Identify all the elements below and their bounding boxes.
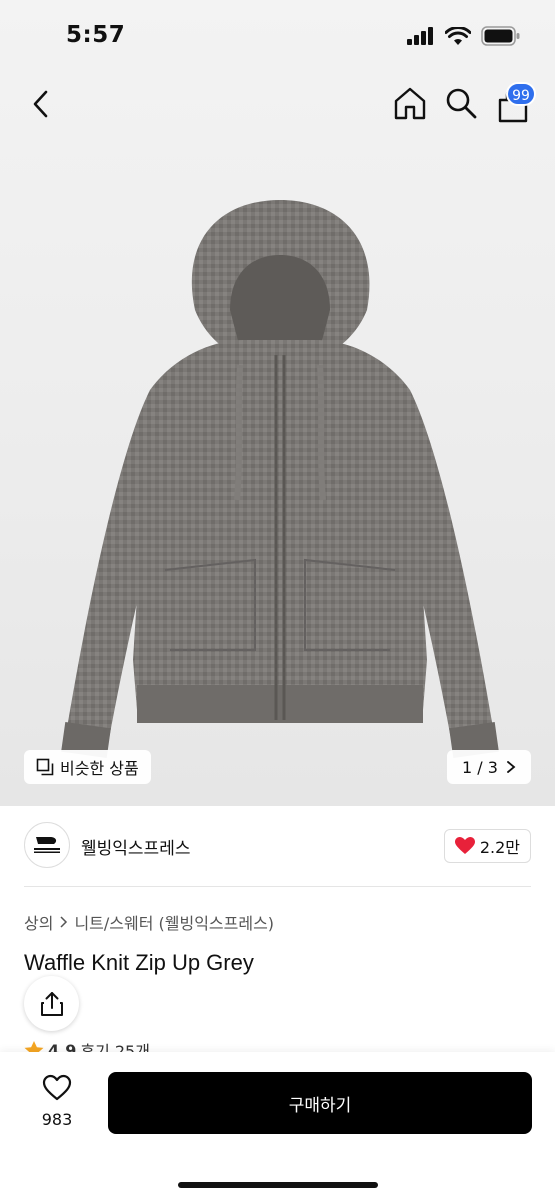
chevron-right-icon	[60, 916, 68, 928]
similar-products-button[interactable]: 비슷한 상품	[24, 750, 151, 784]
divider	[24, 886, 531, 887]
copy-icon	[36, 758, 54, 776]
status-bar: 5:57	[0, 0, 555, 70]
brand-like-button[interactable]: 2.2만	[443, 829, 531, 863]
share-icon	[40, 991, 63, 1016]
top-navigation: 99	[0, 78, 555, 132]
cart-button[interactable]: 99	[494, 82, 536, 124]
buy-button[interactable]: 구매하기	[108, 1072, 532, 1134]
chevron-right-icon	[507, 761, 516, 773]
image-pager[interactable]: 1 / 3	[447, 750, 531, 784]
battery-icon	[481, 26, 520, 46]
product-image-sweater	[61, 200, 499, 759]
image-pager-label: 1 / 3	[462, 757, 498, 777]
brand-like-count: 2.2만	[479, 838, 520, 857]
product-image-gallery[interactable]: 5:57 99 비슷한 상품 1 / 3	[0, 0, 555, 806]
breadcrumb-item-subcategory[interactable]: 니트/스웨터 (웰빙익스프레스)	[74, 910, 274, 934]
home-button[interactable]	[392, 84, 428, 122]
status-icons	[407, 26, 521, 46]
heart-outline-icon	[42, 1074, 72, 1101]
home-indicator	[178, 1182, 378, 1188]
home-icon	[394, 87, 426, 120]
search-icon	[446, 88, 477, 119]
brand-logo-mark	[34, 837, 60, 853]
chevron-left-icon	[33, 90, 48, 118]
brand-row: 웰빙익스프레스 2.2만	[24, 822, 531, 870]
brand-name[interactable]: 웰빙익스프레스	[81, 834, 190, 859]
status-time: 5:57	[66, 22, 126, 48]
heart-filled-icon	[454, 837, 475, 854]
breadcrumb: 상의 니트/스웨터 (웰빙익스프레스)	[24, 910, 274, 934]
signal-icon	[407, 27, 433, 45]
share-button[interactable]	[24, 976, 79, 1031]
breadcrumb-item-category[interactable]: 상의	[24, 910, 53, 934]
brand-logo[interactable]	[24, 822, 70, 868]
product-title: Waffle Knit Zip Up Grey	[24, 950, 254, 975]
search-button[interactable]	[444, 84, 478, 122]
wishlist-count: 983	[41, 1110, 73, 1129]
wifi-icon	[445, 26, 471, 45]
cart-count-badge: 99	[506, 82, 536, 106]
wishlist-button[interactable]: 983	[30, 1074, 84, 1129]
back-button[interactable]	[26, 86, 56, 122]
similar-products-label: 비슷한 상품	[60, 759, 139, 778]
bottom-action-bar: 983 구매하기	[0, 1052, 555, 1200]
